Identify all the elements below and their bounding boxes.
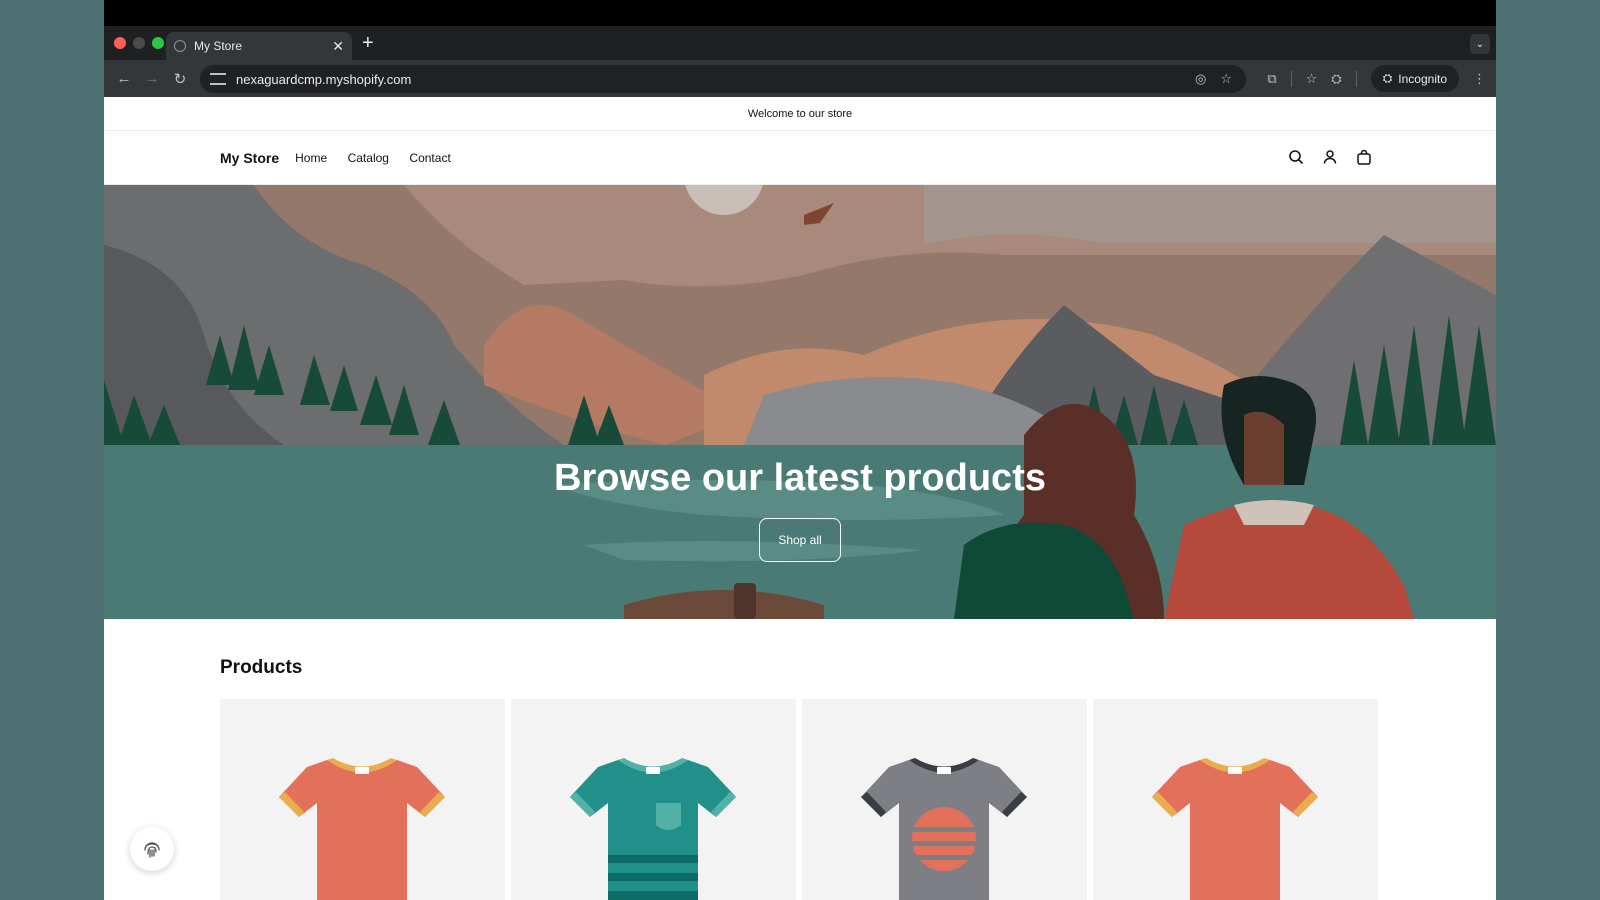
- nav-catalog[interactable]: Catalog: [348, 151, 389, 165]
- product-card[interactable]: [220, 699, 505, 900]
- store-logo[interactable]: My Store: [220, 150, 279, 166]
- tshirt-image: [1152, 758, 1318, 900]
- back-button[interactable]: ←: [110, 70, 138, 87]
- hero-title: Browse our latest products: [554, 457, 1046, 499]
- tshirt-image: [570, 758, 736, 900]
- close-window-button[interactable]: [114, 37, 126, 49]
- product-grid: [220, 699, 1380, 900]
- product-card[interactable]: [1093, 699, 1378, 900]
- maximize-window-button[interactable]: [152, 37, 164, 49]
- site-settings-icon[interactable]: [210, 73, 226, 85]
- products-heading: Products: [220, 657, 303, 678]
- incognito-icon: ⛭: [1382, 71, 1393, 85]
- announcement-bar: Welcome to our store: [104, 97, 1496, 131]
- tshirt-image: [279, 758, 445, 900]
- window-controls: [114, 37, 164, 49]
- tab-search-button[interactable]: ⌄: [1470, 34, 1490, 54]
- store-header: My Store Home Catalog Contact: [104, 131, 1496, 185]
- product-card[interactable]: [511, 699, 796, 900]
- fingerprint-icon: [144, 842, 160, 858]
- eye-off-icon[interactable]: ◎: [1195, 71, 1206, 87]
- globe-icon: [174, 40, 186, 52]
- new-tab-button[interactable]: +: [362, 32, 374, 55]
- toolbar-divider: [1290, 70, 1292, 87]
- extensions-icon[interactable]: ⧉: [1267, 71, 1276, 87]
- fingerprint-button[interactable]: [130, 827, 174, 871]
- cart-icon[interactable]: [1356, 149, 1372, 165]
- store-page: Welcome to our store My Store Home Catal…: [104, 97, 1496, 900]
- menu-icon[interactable]: ⋮: [1473, 71, 1486, 87]
- hero-content: Browse our latest products Shop all: [104, 457, 1496, 562]
- main-nav: Home Catalog Contact: [295, 149, 467, 167]
- forward-button[interactable]: →: [138, 70, 166, 87]
- incognito-badge[interactable]: ⛭ Incognito: [1370, 65, 1459, 92]
- toolbar-right: ⧉ ☆ ⛭ ⛭ Incognito ⋮: [1267, 65, 1486, 92]
- minimize-window-button[interactable]: [133, 37, 145, 49]
- search-icon[interactable]: [1288, 149, 1304, 165]
- star-icon[interactable]: ☆: [1220, 71, 1232, 87]
- account-icon[interactable]: [1322, 149, 1338, 165]
- url-text[interactable]: nexaguardcmp.myshopify.com: [236, 72, 1195, 87]
- bookmarks-icon[interactable]: ☆: [1306, 71, 1318, 87]
- products-section: Products: [104, 619, 1496, 900]
- shop-all-button[interactable]: Shop all: [759, 518, 841, 562]
- browser-toolbar: ← → ↻ nexaguardcmp.myshopify.com ◎ ☆ ⧉ ☆…: [104, 60, 1496, 97]
- toolbar-divider: [1355, 70, 1357, 87]
- screen-top-bar: [104, 0, 1496, 26]
- close-tab-icon[interactable]: ✕: [332, 38, 344, 55]
- hero-banner: Browse our latest products Shop all: [104, 185, 1496, 619]
- tab-title: My Store: [194, 39, 243, 53]
- nav-contact[interactable]: Contact: [409, 151, 450, 165]
- reload-button[interactable]: ↻: [166, 70, 194, 88]
- tab-strip: My Store ✕ + ⌄: [104, 26, 1496, 60]
- nav-home[interactable]: Home: [295, 151, 327, 165]
- product-card[interactable]: [802, 699, 1087, 900]
- header-icons: [1288, 149, 1372, 165]
- browser-window: My Store ✕ + ⌄ ← → ↻ nexaguardcmp.myshop…: [104, 0, 1496, 900]
- incognito-label: Incognito: [1398, 71, 1447, 86]
- tab-my-store[interactable]: My Store ✕: [166, 32, 352, 60]
- address-bar[interactable]: nexaguardcmp.myshopify.com ◎ ☆: [200, 65, 1246, 93]
- tshirt-image: [861, 758, 1027, 900]
- incognito-small-icon[interactable]: ⛭: [1331, 71, 1341, 87]
